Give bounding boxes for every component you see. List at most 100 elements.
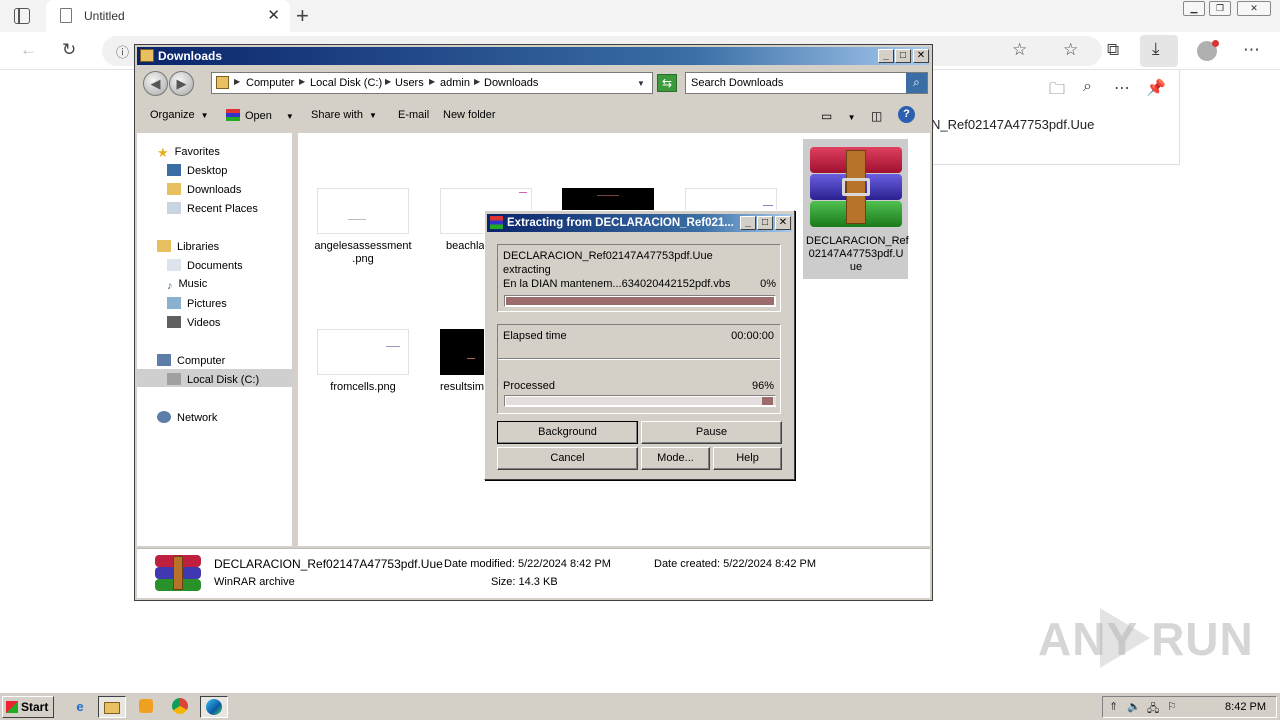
pause-button[interactable]: Pause [641, 421, 782, 444]
nav-desktop[interactable]: Desktop [167, 164, 227, 177]
close-button[interactable]: ✕ [775, 216, 791, 230]
current-file-group: DECLARACION_Ref02147A47753pdf.Uue extrac… [497, 244, 781, 312]
more-icon[interactable]: ⋯ [1243, 40, 1260, 60]
tab-actions-icon[interactable] [14, 8, 30, 24]
view-options-icon[interactable]: ▭ ▼ [821, 109, 856, 123]
nav-videos[interactable]: Videos [167, 316, 220, 329]
nav-computer[interactable]: Computer [157, 354, 225, 367]
archive-name: DECLARACION_Ref02147A47753pdf.Uue [503, 250, 713, 262]
tab-close-icon[interactable]: ✕ [267, 6, 280, 24]
folder-icon[interactable]: 🗀 [1049, 78, 1065, 105]
refresh-button[interactable]: ⇆ [657, 74, 677, 92]
share-with-button[interactable]: Share with ▼ [311, 109, 377, 121]
download-filename[interactable]: N_Ref02147A47753pdf.Uue [931, 117, 1094, 132]
nav-music[interactable]: ♪ Music [167, 278, 207, 292]
email-button[interactable]: E-mail [398, 109, 429, 121]
browser-tab[interactable]: Untitled ✕ [46, 0, 290, 32]
breadcrumb-users[interactable]: Users [395, 77, 424, 89]
nav-documents[interactable]: Documents [167, 259, 243, 272]
nav-recent-places[interactable]: Recent Places [167, 202, 258, 215]
nav-local-disk[interactable]: Local Disk (C:) [167, 373, 259, 386]
new-tab-icon[interactable]: + [296, 3, 309, 29]
folder-icon [140, 49, 154, 62]
file-name: fromcells.png [330, 381, 396, 393]
help-button[interactable]: Help [713, 447, 782, 470]
tray-expand-icon[interactable]: ⇑ [1109, 700, 1118, 713]
info-icon[interactable]: ⓘ [116, 42, 129, 61]
nav-pictures[interactable]: Pictures [167, 297, 227, 310]
open-button[interactable]: Open ▼ [226, 109, 294, 122]
file-name: angelesassessment .png [314, 240, 412, 265]
navigation-pane: ★ Favorites Desktop Downloads Recent Plac… [137, 133, 295, 546]
action-center-flag-icon[interactable]: ⚐ [1167, 700, 1177, 713]
clock[interactable]: 8:42 PM [1225, 701, 1266, 713]
elapsed-value: 00:00:00 [731, 330, 774, 342]
recent-places-icon [167, 202, 181, 214]
file-progress-bar [504, 295, 776, 307]
nav-libraries[interactable]: Libraries [157, 240, 219, 253]
dialog-titlebar[interactable]: Extracting from DECLARACION_Ref021... _ … [487, 214, 792, 232]
preview-pane-icon[interactable]: ◫ [871, 109, 882, 123]
nav-downloads[interactable]: Downloads [167, 183, 241, 196]
add-favorite-icon[interactable]: ☆ [1012, 40, 1027, 60]
pin-icon[interactable]: 📌 [1146, 78, 1166, 98]
start-button[interactable]: Start [2, 696, 54, 718]
nav-favorites[interactable]: ★ Favorites [157, 145, 220, 160]
refresh-icon[interactable]: ↻ [62, 40, 76, 60]
downloads-panel: 🗀 ⌕ ⋯ 📌 N_Ref02147A47753pdf.Uue [930, 70, 1180, 165]
cancel-button[interactable]: Cancel [497, 447, 638, 470]
extraction-dialog: Extracting from DECLARACION_Ref021... _ … [484, 210, 795, 480]
minimize-button[interactable]: _ [740, 216, 756, 230]
history-dropdown-icon[interactable]: ▼ [637, 79, 645, 88]
back-button[interactable]: ◀ [143, 71, 168, 96]
file-percent: 0% [760, 278, 776, 290]
breadcrumb-admin[interactable]: admin [440, 77, 470, 89]
file-item[interactable]: fromcells.png [313, 329, 413, 394]
mode-button[interactable]: Mode... [641, 447, 710, 470]
breadcrumb-downloads[interactable]: Downloads [484, 77, 538, 89]
download-icon: ⤓ [1152, 39, 1160, 58]
volume-icon[interactable]: 🔈 [1127, 700, 1141, 713]
media-player-icon[interactable] [132, 696, 160, 718]
restore-icon[interactable]: ❐ [1209, 1, 1231, 16]
minimize-button[interactable]: _ [878, 49, 894, 63]
edge-icon[interactable] [200, 696, 228, 718]
forward-button[interactable]: ▶ [169, 71, 194, 96]
close-icon[interactable]: ✕ [1237, 1, 1271, 16]
minimize-icon[interactable]: ▁ [1183, 1, 1205, 16]
computer-icon [157, 354, 171, 366]
network-icon[interactable]: 🖧 [1147, 700, 1159, 719]
breadcrumb-computer[interactable]: Computer [246, 77, 294, 89]
organize-button[interactable]: Organize ▼ [150, 109, 209, 121]
explorer-nav-bar: ◀ ▶ ▶ Computer ▶ Local Disk (C:) ▶ Users… [137, 67, 930, 99]
new-folder-button[interactable]: New folder [443, 109, 496, 121]
file-item[interactable]: angelesassessment .png [313, 188, 413, 266]
search-icon[interactable]: ⌕ [906, 73, 927, 93]
maximize-button[interactable]: □ [895, 49, 911, 63]
breadcrumb-local-disk[interactable]: Local Disk (C:) [310, 77, 382, 89]
downloads-button[interactable]: ⤓ [1140, 35, 1178, 67]
close-button[interactable]: ✕ [913, 49, 929, 63]
disk-icon [167, 373, 181, 385]
search-icon[interactable]: ⌕ [1083, 78, 1092, 96]
details-filename: DECLARACION_Ref02147A47753pdf.Uue [214, 557, 443, 571]
elapsed-label: Elapsed time [503, 330, 567, 342]
total-progress-bar [504, 395, 776, 407]
winrar-icon [490, 216, 503, 229]
collections-icon[interactable]: ⧉ [1107, 40, 1119, 60]
ie-icon[interactable]: e [66, 696, 94, 718]
explorer-taskbar-icon[interactable] [98, 696, 126, 718]
maximize-button[interactable]: □ [757, 216, 773, 230]
search-input[interactable]: Search Downloads ⌕ [685, 72, 928, 94]
help-icon[interactable]: ? [898, 106, 915, 123]
explorer-titlebar[interactable]: Downloads _ □ ✕ [137, 47, 930, 65]
more-icon[interactable]: ⋯ [1114, 78, 1130, 98]
winrar-icon [226, 109, 240, 121]
profile-avatar[interactable] [1197, 40, 1219, 61]
chrome-icon[interactable] [166, 696, 194, 718]
back-icon[interactable]: ← [20, 40, 37, 60]
nav-network[interactable]: Network [157, 411, 217, 424]
breadcrumb[interactable]: ▶ Computer ▶ Local Disk (C:) ▶ Users ▶ a… [211, 72, 653, 94]
favorites-icon[interactable]: ☆ [1063, 40, 1078, 60]
background-button[interactable]: Background [497, 421, 638, 444]
